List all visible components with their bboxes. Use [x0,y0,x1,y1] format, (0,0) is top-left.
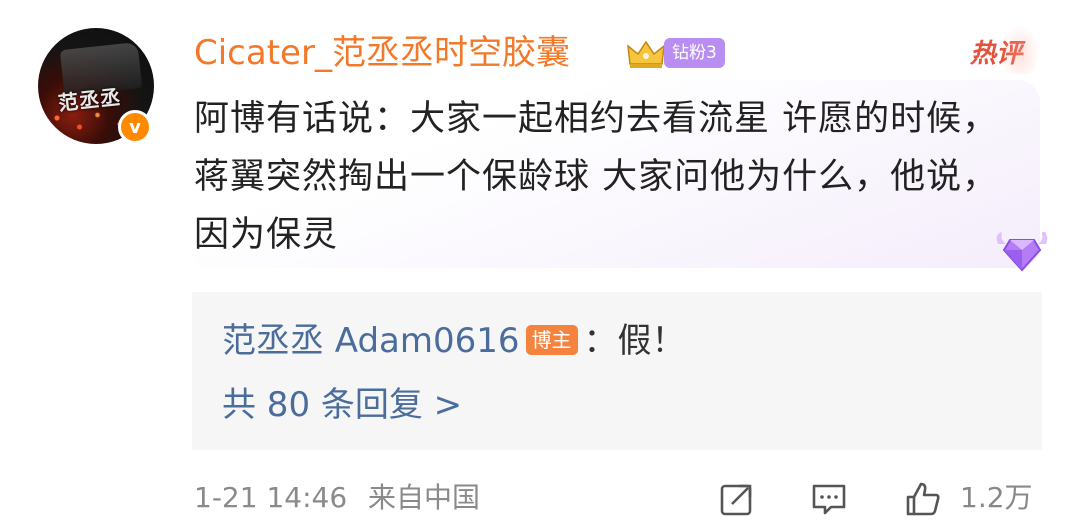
verified-badge-icon: v [118,110,152,144]
gem-icon [996,232,1048,272]
hot-comment-tag: 热评 [970,24,1041,74]
reply-author[interactable]: 范丞丞 Adam0616 [222,321,520,361]
comment-meta: 1-21 14:46 来自中国 [194,478,480,518]
comment-icon[interactable] [810,480,848,518]
fan-level-badge: 钻粉3 [664,38,725,68]
comment-text: 阿博有话说：大家一起相约去看流星 许愿的时候，蒋翼突然掏出一个保龄球 大家问他为… [194,99,999,255]
host-badge: 博主 [525,324,578,355]
comment-date: 1-21 14:46 [194,481,348,514]
reply-line: 范丞丞 Adam0616 博主 ：假！ [222,318,686,364]
view-all-replies-link[interactable]: 共 80 条回复 > [222,382,462,428]
like-icon[interactable] [904,480,942,518]
crown-icon [627,40,665,68]
share-icon[interactable] [718,480,756,518]
like-count: 1.2万 [960,481,1033,514]
reply-text: ：假！ [583,321,686,361]
comment-location: 来自中国 [368,481,481,514]
comment-username[interactable]: Cicater_范丞丞时空胶囊 [194,30,570,76]
